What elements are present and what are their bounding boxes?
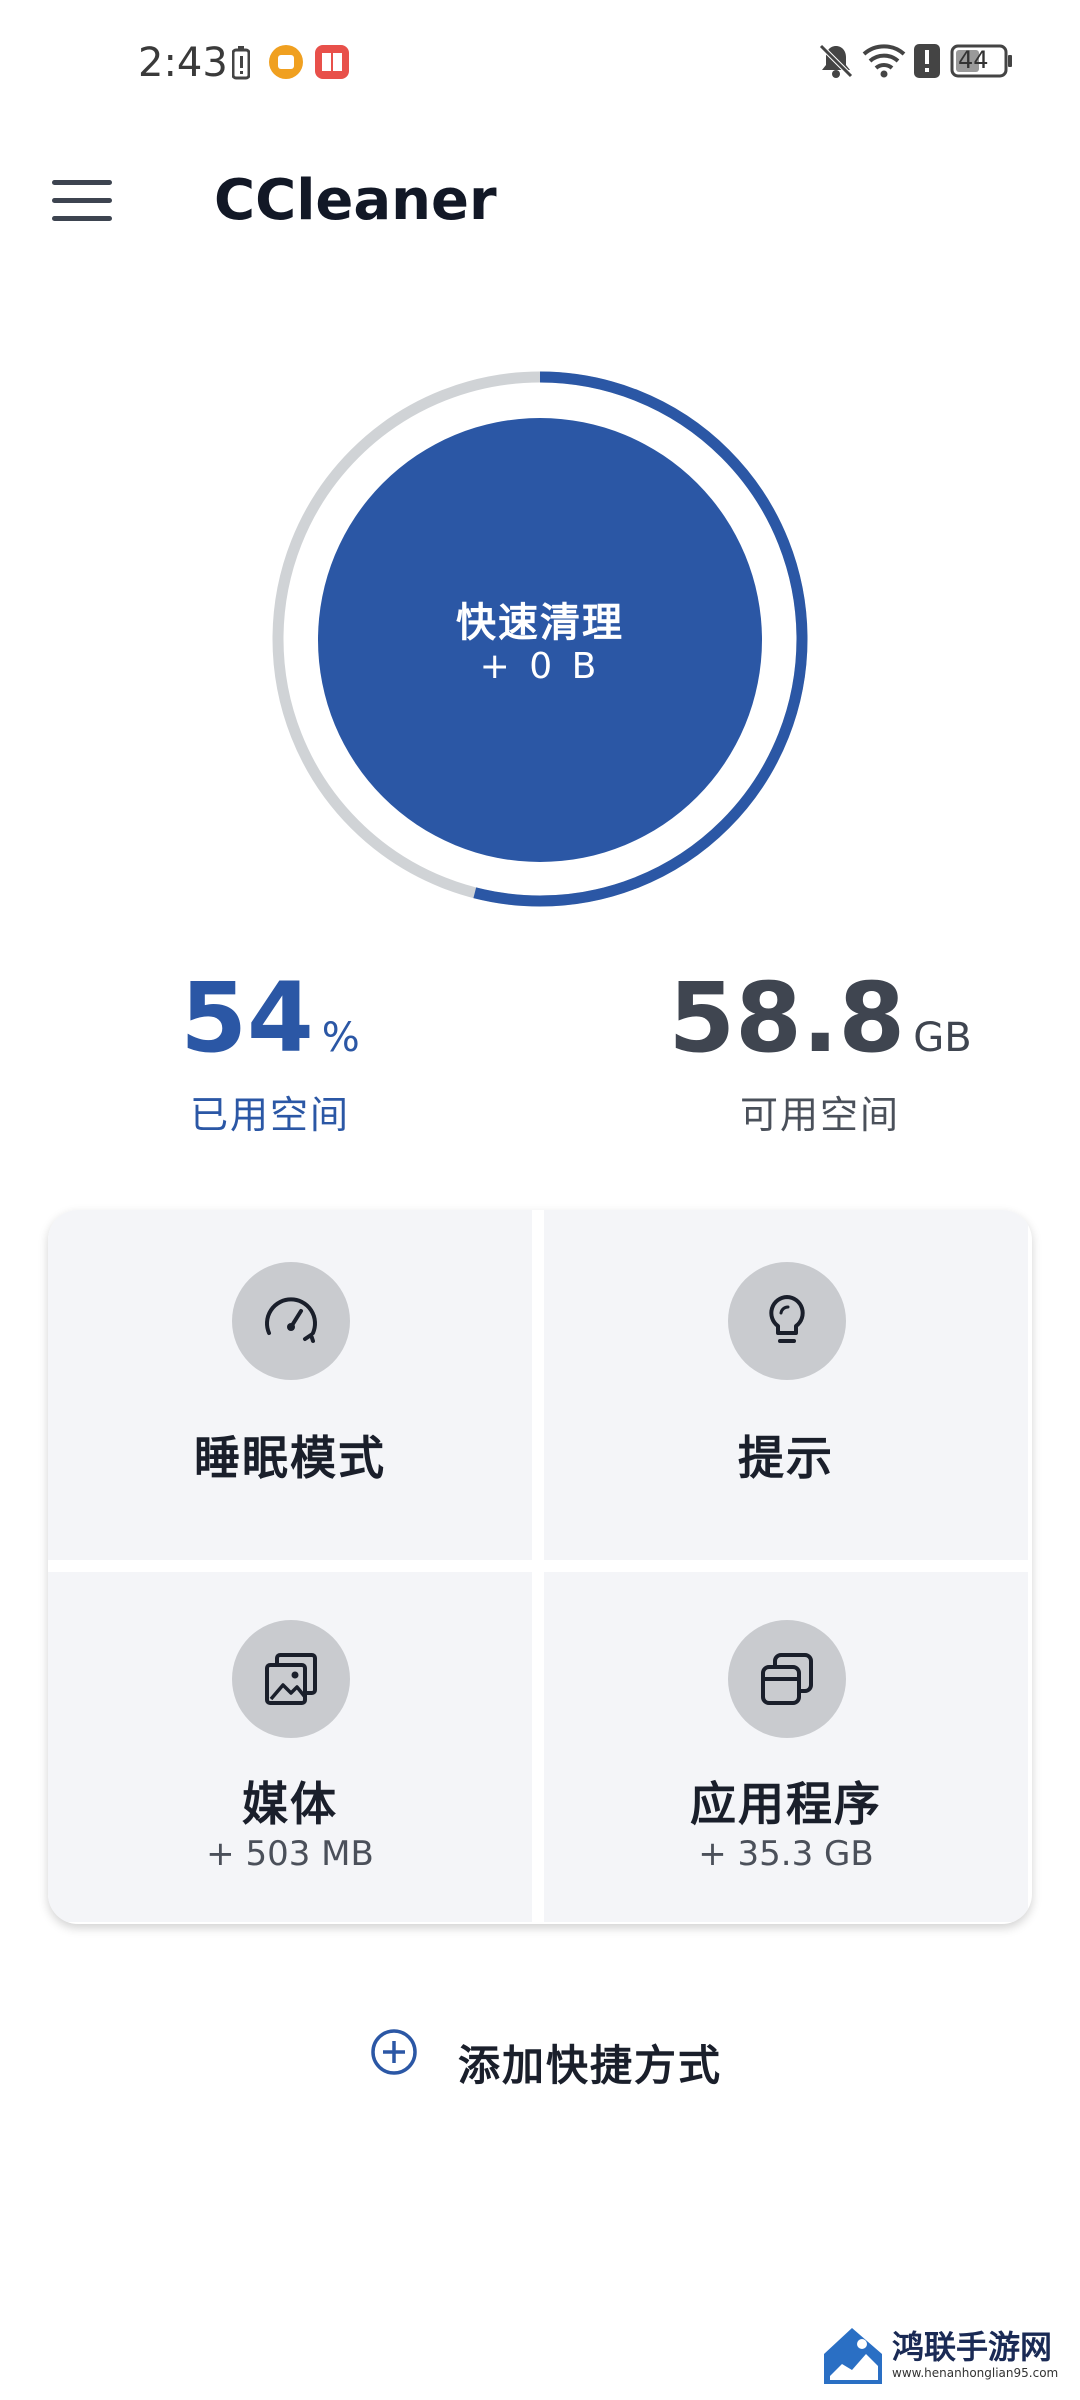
book-app-icon [314, 44, 350, 84]
free-space-value: 58.8 [668, 962, 906, 1074]
free-space-stat: 58.8 GB 可用空间 [640, 970, 1000, 1139]
app-notification-icon [268, 44, 304, 84]
tile-apps[interactable]: 应用程序 + 35.3 GB [544, 1572, 1028, 1922]
notifications-off-icon [818, 42, 854, 84]
watermark-url: www.henanhonglian95.com [892, 2366, 1059, 2380]
tile-sleep-mode[interactable]: 睡眠模式 [48, 1210, 532, 1560]
lightbulb-icon [728, 1262, 846, 1380]
status-bar: 2:43 44 [0, 0, 1080, 120]
used-space-label: 已用空间 [189, 1093, 350, 1137]
menu-icon[interactable] [52, 180, 112, 228]
battery-alert-icon [231, 46, 251, 84]
quick-clean-title: 快速清理 [456, 600, 624, 646]
feature-grid: 睡眠模式 提示 媒体 + 503 MB 应用程序 + 35.3 GB [48, 1210, 1032, 1924]
tile-tips-label: 提示 [738, 1431, 834, 1485]
status-time: 2:43 [138, 40, 228, 86]
quick-clean-button[interactable]: 快速清理 + 0 B [318, 418, 762, 862]
app-title: CCleaner [214, 168, 497, 233]
tile-media-size: + 503 MB [206, 1834, 374, 1874]
wifi-icon [862, 42, 906, 82]
add-shortcut-label: 添加快捷方式 [458, 2041, 723, 2090]
battery-icon: 44 [950, 44, 1014, 82]
free-space-label: 可用空间 [739, 1093, 900, 1137]
used-space-stat: 54% 已用空间 [120, 970, 420, 1139]
used-space-value: 54 [180, 962, 314, 1074]
apps-icon [728, 1620, 846, 1738]
tile-media-label: 媒体 [242, 1777, 338, 1831]
image-icon [232, 1620, 350, 1738]
free-space-unit: GB [913, 1015, 972, 1061]
speedometer-icon [232, 1262, 350, 1380]
quick-clean-size: + 0 B [479, 646, 601, 687]
used-space-unit: % [321, 1015, 360, 1061]
add-circle-icon [370, 2028, 418, 2080]
tile-sleep-mode-label: 睡眠模式 [194, 1431, 386, 1485]
watermark-text: 鸿联手游网 [892, 2328, 1053, 2366]
tile-apps-label: 应用程序 [690, 1777, 882, 1831]
battery-level: 44 [958, 46, 989, 74]
tile-apps-size: + 35.3 GB [698, 1834, 874, 1874]
watermark-logo [824, 2328, 882, 2384]
alert-icon [914, 44, 940, 82]
tile-tips[interactable]: 提示 [544, 1210, 1028, 1560]
watermark: 鸿联手游网 www.henanhonglian95.com [822, 2322, 1072, 2392]
tile-media[interactable]: 媒体 + 503 MB [48, 1572, 532, 1922]
